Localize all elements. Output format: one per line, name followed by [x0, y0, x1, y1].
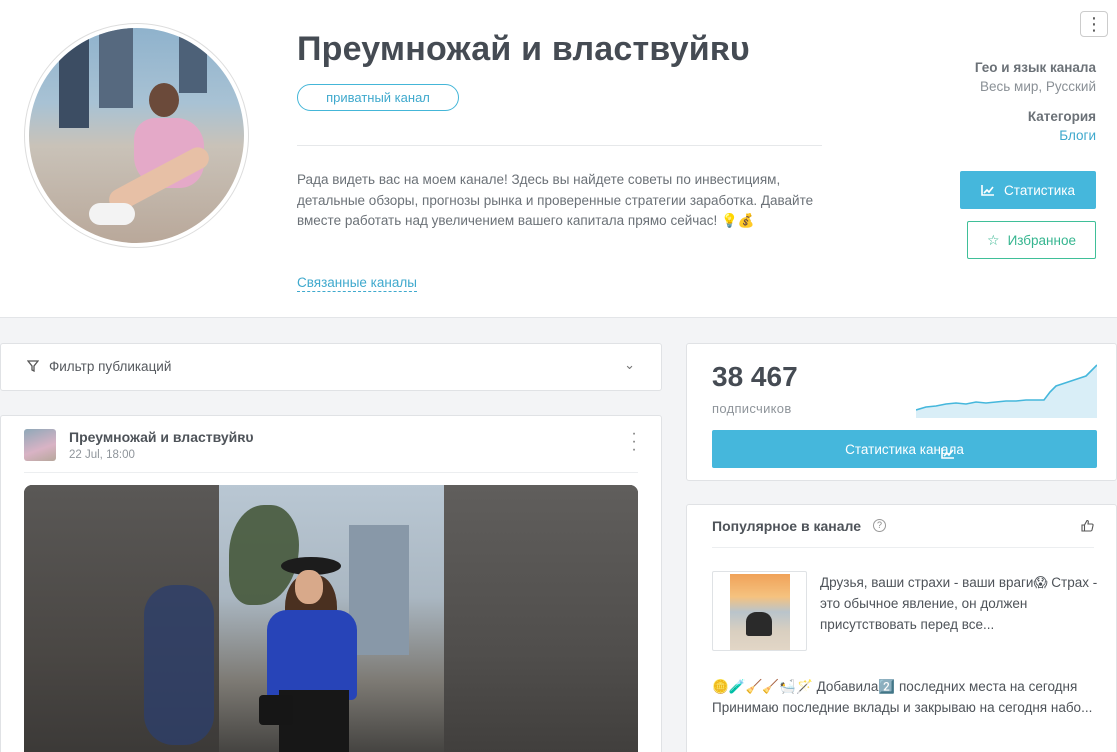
- popular-post-text[interactable]: Друзья, ваши страхи - ваши враги😱 Страх …: [820, 572, 1105, 635]
- geo-heading: Гео и язык канала: [974, 60, 1096, 75]
- favorite-button[interactable]: ☆ Избранное: [967, 221, 1096, 259]
- channel-description: Рада видеть вас на моем канале! Здесь вы…: [297, 172, 814, 228]
- chart-line-icon: [981, 184, 995, 196]
- category-link[interactable]: Блоги: [1059, 128, 1096, 143]
- help-icon[interactable]: ?: [873, 519, 886, 532]
- post-card: Преумножай и властвуйʀᴜ 22 Jul, 18:00 · ·…: [0, 415, 662, 752]
- more-menu-button[interactable]: ⋮: [1080, 11, 1108, 37]
- category-heading: Категория: [1027, 109, 1096, 124]
- geo-value: Весь мир, Русский: [980, 79, 1096, 94]
- subscriber-label: подписчиков: [712, 401, 792, 416]
- divider: [24, 472, 638, 473]
- post-image[interactable]: [24, 485, 638, 752]
- channel-statistics-button[interactable]: Статистика канала: [712, 430, 1097, 468]
- popular-post-thumbnail[interactable]: [712, 571, 807, 651]
- divider: [297, 145, 822, 146]
- popular-heading: Популярное в канале: [712, 518, 861, 534]
- post-menu-icon[interactable]: · · ·: [631, 426, 637, 458]
- channel-avatar-image: [29, 28, 244, 243]
- subscribers-card: 38 467 подписчиков Статистика канала: [686, 343, 1117, 481]
- subscriber-growth-sparkline: [916, 364, 1097, 418]
- related-channels-link[interactable]: Связанные каналы: [297, 275, 417, 292]
- divider: [712, 547, 1094, 548]
- favorite-button-label: Избранное: [1007, 232, 1076, 248]
- channel-title: Преумножай и властвуйʀᴜ: [297, 30, 750, 68]
- channel-header: Преумножай и властвуйʀᴜ приватный канал …: [0, 0, 1117, 318]
- subscriber-count: 38 467: [712, 361, 798, 392]
- post-author-avatar: [24, 429, 56, 461]
- popular-card: Популярное в канале ? Друзья, ваши страх…: [686, 504, 1117, 752]
- post-date: 22 Jul, 18:00: [69, 449, 135, 461]
- chevron-down-icon: ⌄: [624, 357, 635, 372]
- chart-line-icon: [941, 448, 954, 459]
- channel-avatar: [24, 23, 249, 248]
- popular-post-text[interactable]: 🪙🧪🧹🧹🛀🪄 Добавила2️⃣ последних места на се…: [712, 676, 1102, 718]
- private-channel-badge: приватный канал: [297, 84, 459, 111]
- thumbs-up-icon[interactable]: [1081, 519, 1094, 532]
- more-vertical-icon: ⋮: [1085, 14, 1103, 34]
- publication-filter[interactable]: Фильтр публикаций ⌄: [0, 343, 662, 391]
- post-author-name[interactable]: Преумножай и властвуйʀᴜ: [69, 429, 254, 445]
- filter-label: Фильтр публикаций: [49, 359, 172, 374]
- filter-icon: [27, 360, 39, 372]
- statistics-button[interactable]: Статистика: [960, 171, 1096, 209]
- star-icon: ☆: [987, 231, 1000, 248]
- statistics-button-label: Статистика: [1004, 182, 1075, 198]
